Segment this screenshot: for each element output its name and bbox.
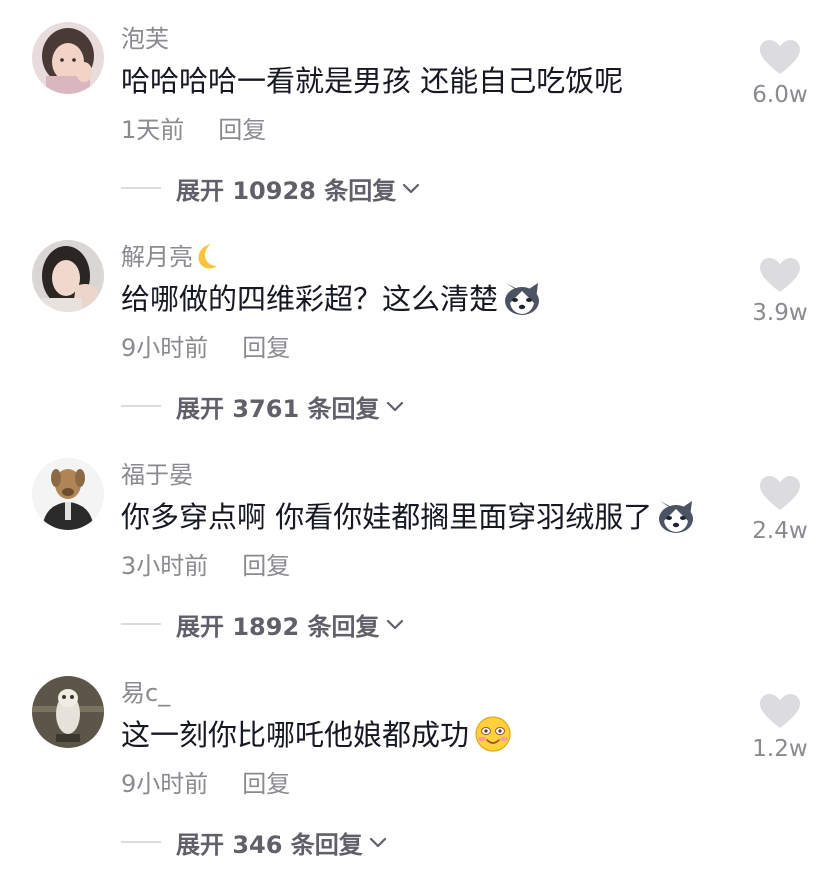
username[interactable]: 易c_ xyxy=(121,676,170,710)
chevron-down-icon xyxy=(369,837,386,848)
avatar-girl-photo-icon xyxy=(32,240,104,312)
divider xyxy=(121,187,161,189)
comment-meta: 1天前 回复 xyxy=(121,112,266,148)
comment-item: 易c_ 这一刻你比哪吒他娘都成功 9小时前 回复 展开 346 条回复 1.2w xyxy=(0,654,828,872)
like-button[interactable]: 2.4w xyxy=(748,476,812,546)
comment-text: 这一刻你比哪吒他娘都成功 xyxy=(121,714,513,756)
comment-item: 解月亮 给哪做的四维彩超？这么清楚 9小时前 回复 展开 3761 条回复 3.9… xyxy=(0,218,828,436)
timestamp: 9小时前 xyxy=(121,334,209,362)
comment-meta: 9小时前 回复 xyxy=(121,766,290,802)
like-count: 6.0w xyxy=(752,82,808,108)
reply-button[interactable]: 回复 xyxy=(242,770,290,798)
comment-item: 泡芙 哈哈哈哈一看就是男孩 还能自己吃饭呢 1天前 回复 展开 10928 条回复… xyxy=(0,0,828,218)
divider xyxy=(121,623,161,625)
reply-button[interactable]: 回复 xyxy=(218,116,266,144)
avatar[interactable] xyxy=(32,458,104,530)
expand-replies-button[interactable]: 展开 10928 条回复 xyxy=(121,168,422,208)
husky-dog-emoji-icon xyxy=(505,283,540,315)
like-button[interactable]: 1.2w xyxy=(748,694,812,764)
comment-meta: 9小时前 回复 xyxy=(121,330,290,366)
comment-text: 哈哈哈哈一看就是男孩 还能自己吃饭呢 xyxy=(121,64,624,98)
avatar[interactable] xyxy=(32,22,104,94)
reply-button[interactable]: 回复 xyxy=(242,334,290,362)
like-count: 3.9w xyxy=(752,300,808,326)
like-count: 2.4w xyxy=(752,518,808,544)
avatar-dog-in-suit-icon xyxy=(32,458,104,530)
divider xyxy=(121,841,161,843)
chevron-down-icon xyxy=(403,183,420,194)
heart-icon xyxy=(760,694,800,728)
like-button[interactable]: 6.0w xyxy=(748,40,812,110)
avatar[interactable] xyxy=(32,676,104,748)
like-count: 1.2w xyxy=(752,736,808,762)
username[interactable]: 解月亮 xyxy=(121,240,221,274)
heart-icon xyxy=(760,476,800,510)
timestamp: 3小时前 xyxy=(121,552,209,580)
heart-icon xyxy=(760,258,800,292)
expand-replies-button[interactable]: 展开 346 条回复 xyxy=(121,822,389,862)
expand-replies-label: 展开 10928 条回复 xyxy=(176,176,397,205)
expand-replies-label: 展开 346 条回复 xyxy=(176,830,363,859)
comment-meta: 3小时前 回复 xyxy=(121,548,290,584)
heart-icon xyxy=(760,40,800,74)
comment-item: 福于晏 你多穿点啊 你看你娃都搁里面穿羽绒服了 3小时前 回复 展开 1892 条… xyxy=(0,436,828,654)
avatar-owl-statue-icon xyxy=(32,676,104,748)
avatar-girl-photo-icon xyxy=(32,22,104,94)
chevron-down-icon xyxy=(386,401,403,412)
expand-replies-label: 展开 1892 条回复 xyxy=(176,612,380,641)
expand-replies-button[interactable]: 展开 1892 条回复 xyxy=(121,604,406,644)
blushing-smile-emoji-icon xyxy=(475,716,511,752)
expand-replies-label: 展开 3761 条回复 xyxy=(176,394,380,423)
timestamp: 1天前 xyxy=(121,116,185,144)
crescent-moon-icon xyxy=(198,244,217,269)
comment-text: 给哪做的四维彩超？这么清楚 xyxy=(121,278,542,320)
comment-text: 你多穿点啊 你看你娃都搁里面穿羽绒服了 xyxy=(121,496,696,538)
reply-button[interactable]: 回复 xyxy=(242,552,290,580)
username[interactable]: 福于晏 xyxy=(121,458,193,492)
username[interactable]: 泡芙 xyxy=(121,22,169,56)
like-button[interactable]: 3.9w xyxy=(748,258,812,328)
divider xyxy=(121,405,161,407)
avatar[interactable] xyxy=(32,240,104,312)
chevron-down-icon xyxy=(386,619,403,630)
husky-dog-emoji-icon xyxy=(659,501,694,533)
expand-replies-button[interactable]: 展开 3761 条回复 xyxy=(121,386,406,426)
timestamp: 9小时前 xyxy=(121,770,209,798)
